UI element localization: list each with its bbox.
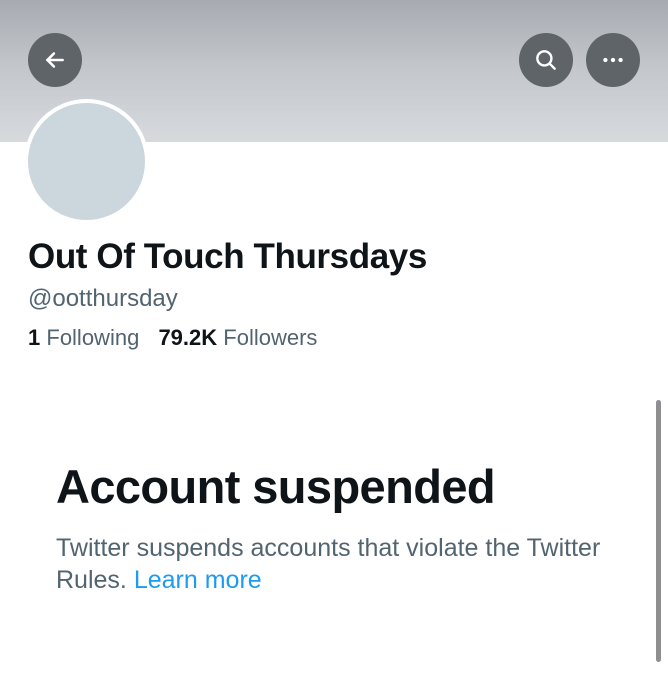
followers-link[interactable]: 79.2K Followers (158, 325, 317, 351)
scrollbar[interactable] (656, 400, 661, 662)
learn-more-link[interactable]: Learn more (134, 566, 262, 594)
profile-stats: 1 Following 79.2K Followers (28, 325, 330, 351)
more-options-button[interactable] (586, 33, 640, 87)
following-count: 1 (28, 325, 41, 350)
followers-count: 79.2K (158, 325, 218, 350)
more-horizontal-icon (600, 47, 626, 73)
back-button[interactable] (28, 33, 82, 87)
search-button[interactable] (519, 33, 573, 87)
search-icon (533, 47, 559, 73)
following-label: Following (46, 325, 140, 350)
followers-label: Followers (223, 325, 318, 350)
profile-handle: @ootthursday (28, 285, 178, 312)
suspension-message: Twitter suspends accounts that violate t… (56, 532, 616, 596)
arrow-left-icon (42, 47, 68, 73)
profile-display-name: Out Of Touch Thursdays (28, 237, 427, 276)
suspension-title: Account suspended (56, 460, 496, 513)
following-link[interactable]: 1 Following (28, 325, 139, 351)
avatar[interactable] (24, 99, 149, 224)
